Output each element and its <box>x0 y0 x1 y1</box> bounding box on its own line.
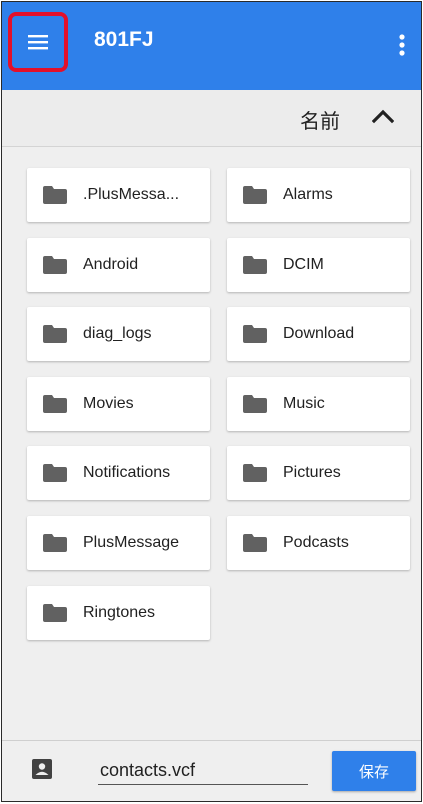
folder-item[interactable]: Notifications <box>27 446 210 500</box>
hamburger-menu-icon <box>28 35 48 50</box>
folder-item[interactable]: Podcasts <box>227 516 410 570</box>
folder-icon <box>43 325 67 343</box>
folder-label: Download <box>283 325 355 342</box>
folder-label: Music <box>283 395 325 412</box>
folder-icon <box>43 186 67 204</box>
folder-icon <box>243 186 267 204</box>
folder-item[interactable]: Download <box>227 307 410 361</box>
folder-icon <box>43 256 67 274</box>
contact-card-icon <box>32 759 52 784</box>
filename-input[interactable] <box>98 757 308 785</box>
folder-icon <box>243 534 267 552</box>
folder-item[interactable]: Pictures <box>227 446 410 500</box>
save-button[interactable]: 保存 <box>332 751 416 791</box>
folder-item[interactable]: .PlusMessa... <box>27 168 210 222</box>
chevron-up-icon <box>371 109 395 124</box>
folder-icon <box>43 464 67 482</box>
folder-label: Pictures <box>283 464 341 481</box>
folder-icon <box>243 464 267 482</box>
folder-item[interactable]: Alarms <box>227 168 410 222</box>
menu-button[interactable] <box>8 12 68 72</box>
folder-icon <box>243 325 267 343</box>
sort-by-name[interactable]: 名前 <box>300 105 340 134</box>
sort-bar: 名前 <box>2 90 421 147</box>
folder-item[interactable]: Music <box>227 377 410 431</box>
app-title: 801FJ <box>94 28 154 51</box>
folder-icon <box>243 395 267 413</box>
folder-item[interactable]: Movies <box>27 377 210 431</box>
folder-icon <box>243 256 267 274</box>
folder-label: PlusMessage <box>83 534 180 551</box>
folder-label: Android <box>83 256 139 273</box>
folder-grid: .PlusMessa... Alarms Android DCIM diag_l… <box>2 147 421 737</box>
more-options-button[interactable] <box>393 32 411 58</box>
folder-label: Notifications <box>83 464 171 481</box>
folder-label: diag_logs <box>83 325 152 342</box>
app-bar: 801FJ <box>2 2 421 90</box>
folder-label: Podcasts <box>283 534 349 551</box>
folder-item[interactable]: Ringtones <box>27 586 210 640</box>
folder-item[interactable]: Android <box>27 238 210 292</box>
sort-direction-toggle[interactable] <box>371 108 395 129</box>
folder-label: DCIM <box>283 256 324 273</box>
folder-icon <box>43 395 67 413</box>
more-vert-icon <box>399 34 405 56</box>
folder-label: Alarms <box>283 186 333 203</box>
folder-item[interactable]: PlusMessage <box>27 516 210 570</box>
folder-icon <box>43 604 67 622</box>
folder-item[interactable]: diag_logs <box>27 307 210 361</box>
folder-icon <box>43 534 67 552</box>
folder-item[interactable]: DCIM <box>227 238 410 292</box>
folder-label: Ringtones <box>83 604 156 621</box>
folder-label: .PlusMessa... <box>83 186 180 203</box>
file-picker-screen: 801FJ 名前 .PlusMessa... Alarms Android DC… <box>1 1 422 802</box>
folder-label: Movies <box>83 395 134 412</box>
save-bar: 保存 <box>2 740 421 801</box>
